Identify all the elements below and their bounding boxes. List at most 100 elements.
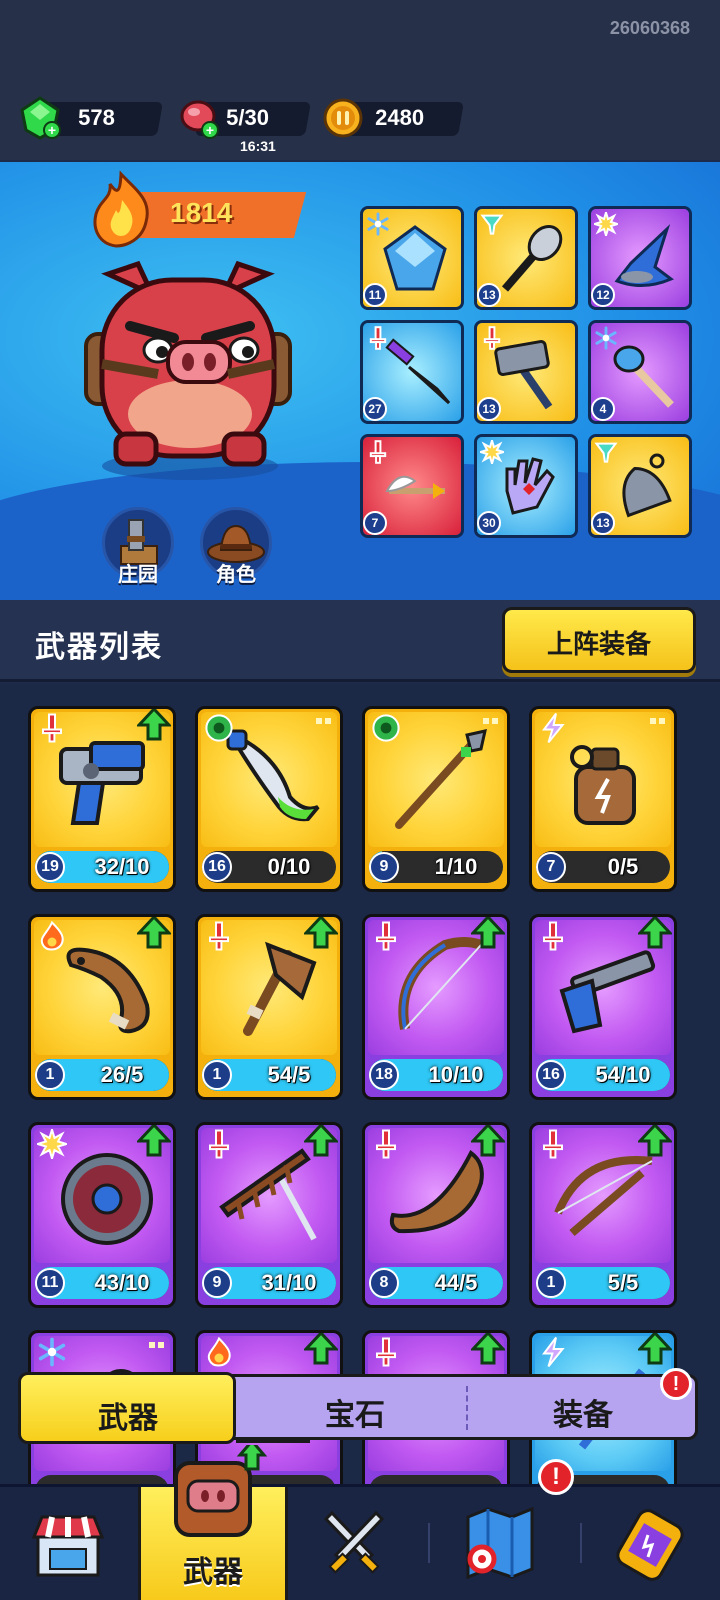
weapon-card[interactable]: 26/5 1 (28, 914, 176, 1100)
sword-icon (371, 1337, 401, 1371)
shop-icon[interactable] (30, 1507, 106, 1583)
weapon-level: 1 (202, 1060, 232, 1090)
slot-level: 13 (591, 511, 615, 535)
weapon-level: 8 (369, 1268, 399, 1298)
meat-value: 5/30 (226, 105, 270, 130)
slot-level: 12 (591, 283, 615, 307)
progress-text: 1/10 (434, 854, 478, 879)
deploy-equipment-button[interactable]: 上阵装备 (502, 607, 696, 673)
more-dots-icon (149, 1341, 165, 1360)
map-icon[interactable] (460, 1503, 540, 1585)
category-tabs: 武器 宝石 装备 ! (18, 1368, 704, 1444)
burst-icon (34, 1126, 70, 1163)
sword-icon (371, 921, 401, 955)
flame-icon (93, 170, 149, 248)
sword-icon (538, 1129, 568, 1163)
upgrade-arrow-icon (135, 1125, 173, 1161)
weapon-card[interactable]: 5/5 1 (529, 1122, 677, 1308)
weapon-card[interactable]: 32/10 19 (28, 706, 176, 892)
sword-icon (480, 326, 504, 354)
slot-level: 7 (363, 511, 387, 535)
weapon-card[interactable]: 31/10 9 (195, 1122, 343, 1308)
pig-character[interactable] (78, 254, 298, 484)
equipped-slot[interactable]: 13 (474, 320, 578, 424)
equipped-slot[interactable]: 13 (474, 206, 578, 310)
weapon-level: 9 (202, 1268, 232, 1298)
slot-level: 4 (591, 397, 615, 421)
weapon-card[interactable]: 0/5 7 (529, 706, 677, 892)
poison-icon (371, 713, 401, 747)
more-dots-icon (650, 717, 666, 736)
meat-timer: 16:31 (240, 138, 276, 154)
weapon-card[interactable]: 43/10 11 (28, 1122, 176, 1308)
weapon-list-header: 武器列表 上阵装备 (0, 600, 720, 682)
fire-icon (204, 1336, 234, 1371)
upgrade-arrow-icon (302, 1125, 340, 1161)
slot-level: 27 (363, 397, 387, 421)
weapon-card[interactable]: 0/10 16 (195, 706, 343, 892)
equipped-slot[interactable]: 11 (360, 206, 464, 310)
more-dots-icon (483, 717, 499, 736)
equipment-alert-badge: ! (660, 1368, 692, 1400)
progress-text: 5/5 (607, 1270, 639, 1295)
tab-gems[interactable]: 宝石 (280, 1390, 430, 1434)
more-dots-icon (316, 717, 332, 736)
slot-level: 30 (477, 511, 501, 535)
progress-text: 0/5 (607, 854, 639, 879)
poison-icon (204, 713, 234, 747)
equipped-slot[interactable]: 30 (474, 434, 578, 538)
tab-weapons[interactable]: 武器 (18, 1372, 236, 1444)
map-alert-badge: ! (538, 1459, 574, 1495)
deploy-equipment-label: 上阵装备 (546, 630, 651, 660)
sword-icon (366, 326, 390, 354)
sword-icon (366, 440, 390, 468)
weapon-card[interactable]: 44/5 8 (362, 1122, 510, 1308)
slot-level: 13 (477, 283, 501, 307)
equipped-slot[interactable]: 12 (588, 206, 692, 310)
nav-weapons-label: 武器 (183, 1555, 243, 1590)
lightning-icon (538, 1336, 568, 1371)
progress-text: 31/10 (261, 1270, 317, 1295)
upgrade-arrow-icon (636, 1333, 674, 1369)
coins-value: 2480 (375, 105, 425, 130)
sword-icon (37, 713, 67, 747)
weapon-list[interactable]: 32/10 19 0/10 16 1/10 9 0/5 7 26/5 1 54/… (0, 684, 720, 1484)
slot-level: 13 (477, 397, 501, 421)
character-label: 角色 (216, 562, 256, 586)
upgrade-arrow-icon (135, 917, 173, 953)
weapon-card[interactable]: 10/10 18 (362, 914, 510, 1100)
weapon-card[interactable]: 54/5 1 (195, 914, 343, 1100)
weapon-level: 16 (536, 1060, 566, 1090)
equipped-slot[interactable]: 7 (360, 434, 464, 538)
progress-text: 26/5 (100, 1062, 144, 1087)
potion-icon[interactable] (612, 1507, 688, 1583)
weapon-card[interactable]: 1/10 9 (362, 706, 510, 892)
sword-icon (538, 921, 568, 955)
weapon-level: 19 (35, 852, 65, 882)
upgrade-arrow-icon (469, 1333, 507, 1369)
upgrade-arrow-icon (135, 709, 173, 745)
manor-label: 庄园 (118, 562, 158, 586)
battle-icon[interactable] (316, 1509, 392, 1585)
svg-text:+: + (206, 122, 214, 138)
snowflake-icon (594, 326, 618, 354)
backpack-icon (174, 1445, 268, 1537)
tab-weapons-label: 武器 (98, 1401, 158, 1436)
weapon-level: 9 (369, 852, 399, 882)
weapon-level: 18 (369, 1060, 399, 1090)
weapon-card[interactable]: 54/10 16 (529, 914, 677, 1100)
equipped-slot[interactable]: 4 (588, 320, 692, 424)
meat-icon: + (180, 100, 219, 139)
build-id: 26060368 (609, 18, 690, 38)
equipped-slot[interactable]: 13 (588, 434, 692, 538)
equipped-slot[interactable]: 27 (360, 320, 464, 424)
fire-icon (37, 920, 67, 955)
tornado-icon (480, 212, 504, 240)
nav-divider (428, 1523, 430, 1563)
tab-equipment[interactable]: 装备 (508, 1390, 658, 1434)
upgrade-arrow-icon (302, 917, 340, 953)
upgrade-arrow-icon (636, 1125, 674, 1161)
coin-icon (323, 98, 363, 138)
sword-icon (204, 921, 234, 955)
weapon-level: 7 (536, 852, 566, 882)
